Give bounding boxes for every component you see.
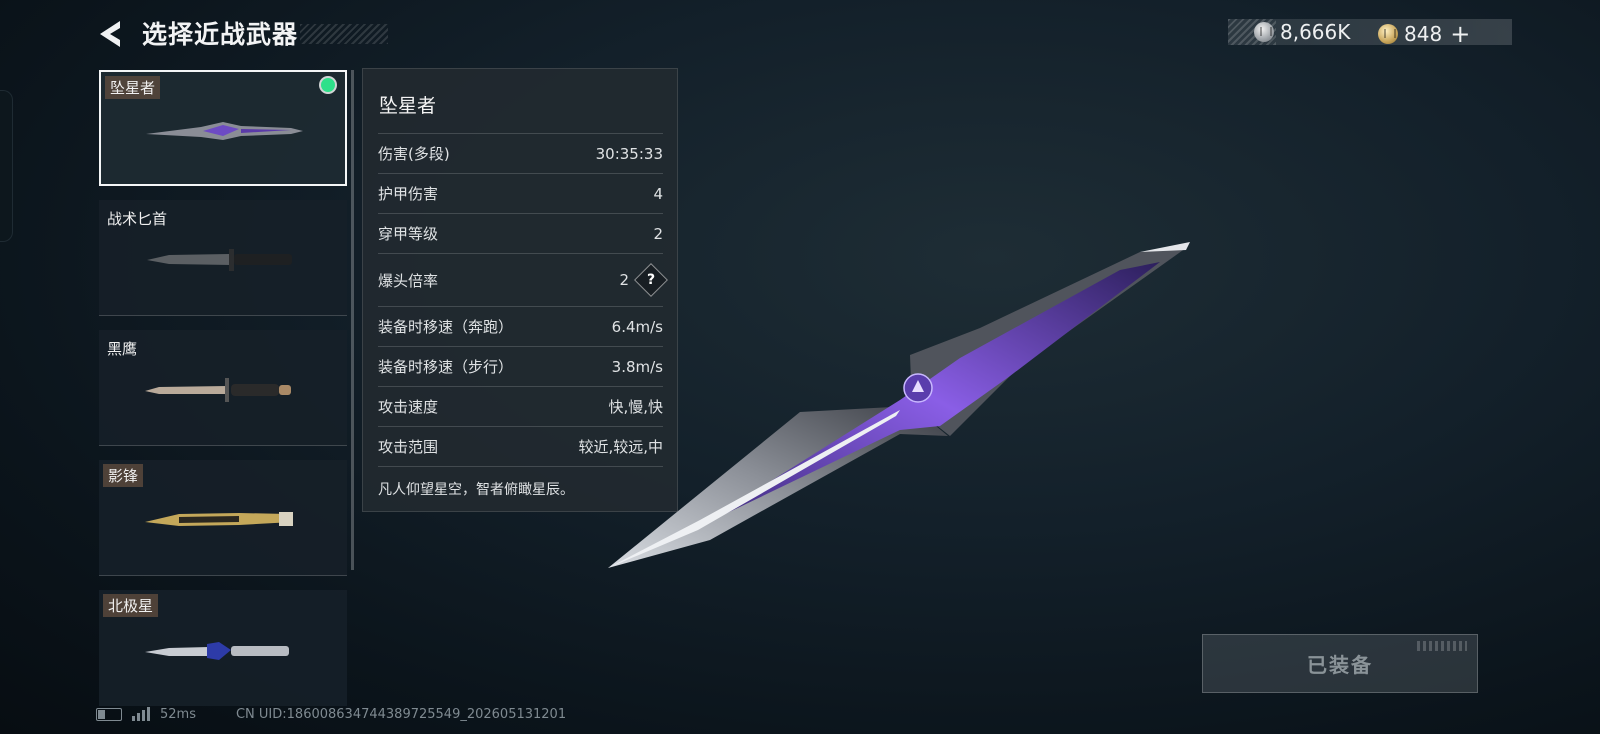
shadow-edge-knife-icon — [145, 512, 293, 526]
weapon-name: 影锋 — [103, 464, 144, 487]
stat-label: 装备时移速（奔跑） — [378, 318, 514, 336]
weapon-list: 坠星者 战术匕首 黑鹰 影锋 北极星 — [99, 70, 349, 708]
status-bar: 52ms CN UID:18600863474438972554​9_20260… — [96, 704, 566, 724]
stats-weapon-name: 坠星者 — [379, 95, 437, 117]
stat-label: 攻击速度 — [378, 398, 439, 416]
back-button[interactable] — [96, 18, 126, 50]
weapon-card-polaris[interactable]: 北极星 — [99, 590, 347, 706]
silver-currency: 8,666K — [1254, 20, 1350, 44]
stat-label: 爆头倍率 — [378, 271, 439, 290]
weapon-card-tactical-dagger[interactable]: 战术匕首 — [99, 200, 347, 316]
weapon-card-shadow-edge[interactable]: 影锋 — [99, 460, 347, 576]
signal-icon — [132, 707, 150, 721]
weapon-name: 北极星 — [103, 594, 159, 617]
gold-coin-icon — [1378, 24, 1398, 44]
silver-coin-icon — [1254, 22, 1274, 42]
battery-icon — [96, 707, 122, 721]
weapon-name: 战术匕首 — [107, 210, 168, 228]
add-currency-button[interactable]: + — [1450, 20, 1470, 48]
card-divider — [99, 445, 347, 446]
polaris-knife-icon — [145, 642, 289, 660]
tactical-dagger-icon — [147, 249, 292, 271]
weapon-card-starfall[interactable]: 坠星者 — [99, 70, 347, 186]
stat-label: 装备时移速（步行） — [378, 358, 514, 376]
equipped-indicator-icon — [321, 78, 335, 92]
page-title: 选择近战武器 — [142, 20, 299, 49]
black-hawk-knife-icon — [145, 378, 291, 402]
weapon-name: 坠星者 — [105, 76, 161, 99]
card-divider — [99, 315, 347, 316]
gold-amount: 848 — [1404, 22, 1443, 46]
equipped-button[interactable]: 已装备 — [1202, 634, 1478, 693]
weapon-list-scrollbar[interactable] — [351, 70, 354, 570]
weapon-card-black-hawk[interactable]: 黑鹰 — [99, 330, 347, 446]
ping-value: 52ms — [160, 706, 196, 722]
user-uid: CN UID:18600863474438972554​9_2026051312… — [235, 706, 567, 722]
stat-label: 护甲伤害 — [378, 185, 439, 203]
equip-button-label: 已装备 — [1307, 653, 1373, 677]
starfall-knife-icon — [146, 122, 303, 140]
title-decoration — [300, 24, 388, 44]
side-handle — [0, 90, 13, 242]
stat-value: 30:35:33 — [595, 144, 663, 163]
starfall-knife-render — [608, 242, 1190, 568]
stat-label: 伤害(多段) — [378, 145, 450, 163]
weapon-name: 黑鹰 — [107, 340, 138, 358]
gold-currency: 848 + — [1378, 20, 1470, 48]
stat-value: 4 — [653, 184, 663, 203]
card-divider — [99, 575, 347, 576]
silver-amount: 8,666K — [1280, 20, 1351, 44]
stat-label: 穿甲等级 — [378, 225, 439, 243]
button-decoration — [1417, 641, 1467, 651]
stat-row-armor-damage: 护甲伤害 4 — [378, 173, 663, 213]
back-arrow-icon — [100, 21, 120, 47]
stat-row-damage: 伤害(多段) 30:35:33 — [378, 133, 663, 173]
stat-label: 攻击范围 — [378, 438, 439, 456]
